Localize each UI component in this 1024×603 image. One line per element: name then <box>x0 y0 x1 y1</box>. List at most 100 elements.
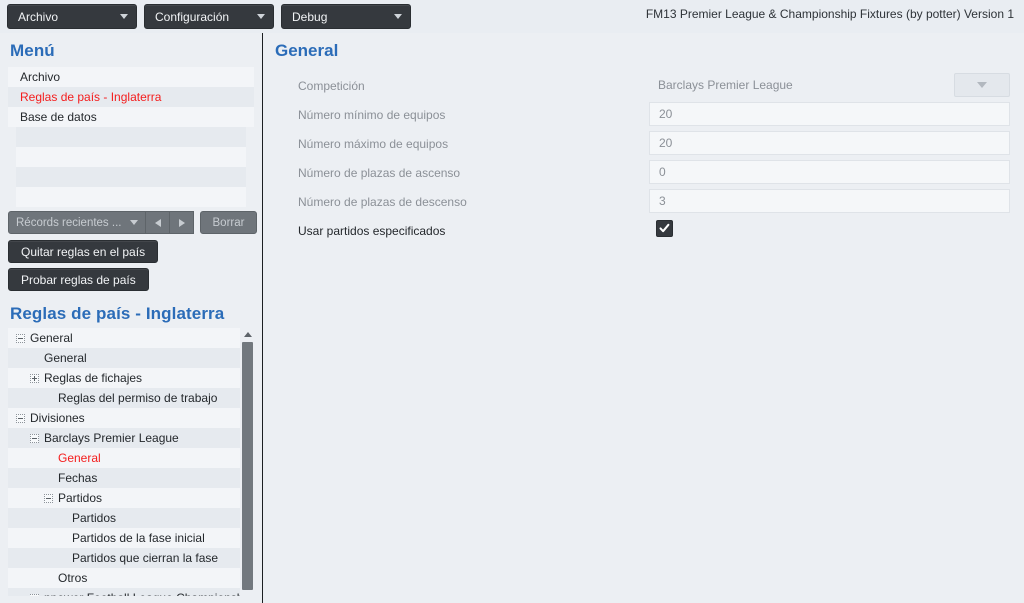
tree-node-label: Partidos <box>58 491 103 505</box>
plazas-ascenso-input[interactable]: 0 <box>649 160 1010 184</box>
scroll-up-button[interactable] <box>240 328 255 340</box>
field-row-competicion: Competición Barclays Premier League <box>264 73 1024 102</box>
tree-node[interactable]: General <box>8 348 240 368</box>
plazas-descenso-input[interactable]: 3 <box>649 189 1010 213</box>
chevron-down-icon <box>120 14 128 19</box>
recent-next-button[interactable] <box>170 211 194 234</box>
field-label: Número máximo de equipos <box>298 137 449 151</box>
triangle-up-icon <box>243 331 252 337</box>
tree-scrollbar[interactable] <box>240 328 255 596</box>
chevron-down-icon <box>394 14 402 19</box>
menu-button-configuracion-label: Configuración <box>155 9 230 24</box>
tree-node[interactable]: Partidos de la fase inicial <box>8 528 240 548</box>
field-label: Usar partidos especificados <box>298 224 446 238</box>
menu-item-base-de-datos[interactable]: Base de datos <box>8 107 254 127</box>
tree-node-label: Reglas de fichajes <box>44 371 143 385</box>
tree-node-label: General <box>58 451 101 465</box>
menu-list: Archivo Reglas de país - Inglaterra Base… <box>8 67 254 207</box>
tree-node-label: General <box>44 351 87 365</box>
menu-item-reglas-de-pais[interactable]: Reglas de país - Inglaterra <box>8 87 254 107</box>
usar-partidos-checkbox[interactable] <box>656 220 673 237</box>
tree-node[interactable]: Otros <box>8 568 240 588</box>
collapse-icon[interactable] <box>16 333 25 343</box>
remove-country-rules-label: Quitar reglas en el país <box>21 244 146 259</box>
menu-list-filler <box>16 187 246 207</box>
chevron-down-icon <box>257 14 265 19</box>
check-icon <box>659 223 670 233</box>
tree-node-label: Partidos de la fase inicial <box>72 531 205 545</box>
tree-node[interactable]: General <box>8 448 240 468</box>
min-equipos-input[interactable]: 20 <box>649 102 1010 126</box>
tree-node-label: Fechas <box>58 471 98 485</box>
max-equipos-input[interactable]: 20 <box>649 131 1010 155</box>
menu-button-debug-label: Debug <box>292 9 328 24</box>
menu-item-archivo[interactable]: Archivo <box>8 67 254 87</box>
left-sidebar: Menú Archivo Reglas de país - Inglaterra… <box>0 33 263 603</box>
tree-node-label: Otros <box>58 571 88 585</box>
expand-icon[interactable] <box>30 593 39 596</box>
tree-node[interactable]: Divisiones <box>8 408 240 428</box>
menu-heading: Menú <box>10 41 55 60</box>
menu-button-configuracion[interactable]: Configuración <box>144 4 274 29</box>
recent-prev-button[interactable] <box>146 211 170 234</box>
collapse-icon[interactable] <box>44 493 53 503</box>
field-row-plazas-ascenso: Número de plazas de ascenso 0 <box>264 160 1024 189</box>
menu-list-filler <box>16 147 246 167</box>
chevron-down-icon <box>130 220 138 225</box>
menu-bar: Archivo Configuración Debug FM13 Premier… <box>0 0 1024 33</box>
tree-node-label: npower Football League Championsh <box>44 588 240 596</box>
application-window: Archivo Configuración Debug FM13 Premier… <box>0 0 1024 603</box>
menu-button-debug[interactable]: Debug <box>281 4 411 29</box>
settings-form: Competición Barclays Premier League Núme… <box>264 73 1024 247</box>
page-title: General <box>275 41 339 60</box>
collapse-icon[interactable] <box>16 413 25 423</box>
test-country-rules-label: Probar reglas de país <box>21 272 136 287</box>
tree-node[interactable]: General <box>8 328 240 348</box>
application-title: FM13 Premier League & Championship Fixtu… <box>645 7 1014 21</box>
test-country-rules-button[interactable]: Probar reglas de país <box>8 268 149 291</box>
tree-node[interactable]: Partidos <box>8 488 240 508</box>
menu-list-filler <box>16 167 246 187</box>
recent-records-value: Récords recientes ... <box>16 216 122 229</box>
remove-country-rules-button[interactable]: Quitar reglas en el país <box>8 240 159 263</box>
menu-item-label: Base de datos <box>20 110 97 124</box>
menu-button-archivo[interactable]: Archivo <box>7 4 137 29</box>
field-row-usar-partidos: Usar partidos especificados <box>264 218 1024 247</box>
field-row-min-equipos: Número mínimo de equipos 20 <box>264 102 1024 131</box>
rules-tree: General General Reglas de fichajes Reglas d… <box>8 328 255 596</box>
menu-list-filler <box>16 127 246 147</box>
collapse-icon[interactable] <box>30 433 39 443</box>
field-label: Número mínimo de equipos <box>298 108 446 122</box>
field-row-max-equipos: Número máximo de equipos 20 <box>264 131 1024 160</box>
tree-heading: Reglas de país - Inglaterra <box>10 304 225 323</box>
tree-node[interactable]: Reglas de fichajes <box>8 368 240 388</box>
tree-node-label: Divisiones <box>30 411 85 425</box>
menu-button-archivo-label: Archivo <box>18 9 59 24</box>
tree-node[interactable]: Fechas <box>8 468 240 488</box>
expand-icon[interactable] <box>30 373 39 383</box>
recent-records-select[interactable]: Récords recientes ... <box>8 211 146 234</box>
tree-node[interactable]: Barclays Premier League <box>8 428 240 448</box>
tree-node-label: General <box>30 331 73 345</box>
triangle-left-icon <box>154 218 161 227</box>
main-content: General Competición Barclays Premier Lea… <box>264 33 1024 603</box>
recent-records-toolbar: Récords recientes ... Borrar <box>8 211 257 234</box>
field-label: Número de plazas de ascenso <box>298 166 461 180</box>
tree-node[interactable]: Partidos que cierran la fase <box>8 548 240 568</box>
menu-item-label: Archivo <box>20 70 61 84</box>
scrollbar-thumb[interactable] <box>242 342 253 590</box>
tree-node-label: Partidos que cierran la fase <box>72 551 219 565</box>
tree-node[interactable]: Reglas del permiso de trabajo <box>8 388 240 408</box>
competicion-dropdown-button[interactable] <box>954 73 1010 97</box>
field-label: Competición <box>298 79 365 93</box>
chevron-down-icon <box>977 82 987 88</box>
tree-node-label: Partidos <box>72 511 117 525</box>
tree-node[interactable]: npower Football League Championsh <box>8 588 240 596</box>
field-row-plazas-descenso: Número de plazas de descenso 3 <box>264 189 1024 218</box>
clear-button[interactable]: Borrar <box>200 211 257 234</box>
tree-node-label: Reglas del permiso de trabajo <box>58 391 218 405</box>
menu-item-label: Reglas de país - Inglaterra <box>20 90 162 104</box>
tree-node-label: Barclays Premier League <box>44 431 179 445</box>
tree-node[interactable]: Partidos <box>8 508 240 528</box>
field-label: Número de plazas de descenso <box>298 195 467 209</box>
